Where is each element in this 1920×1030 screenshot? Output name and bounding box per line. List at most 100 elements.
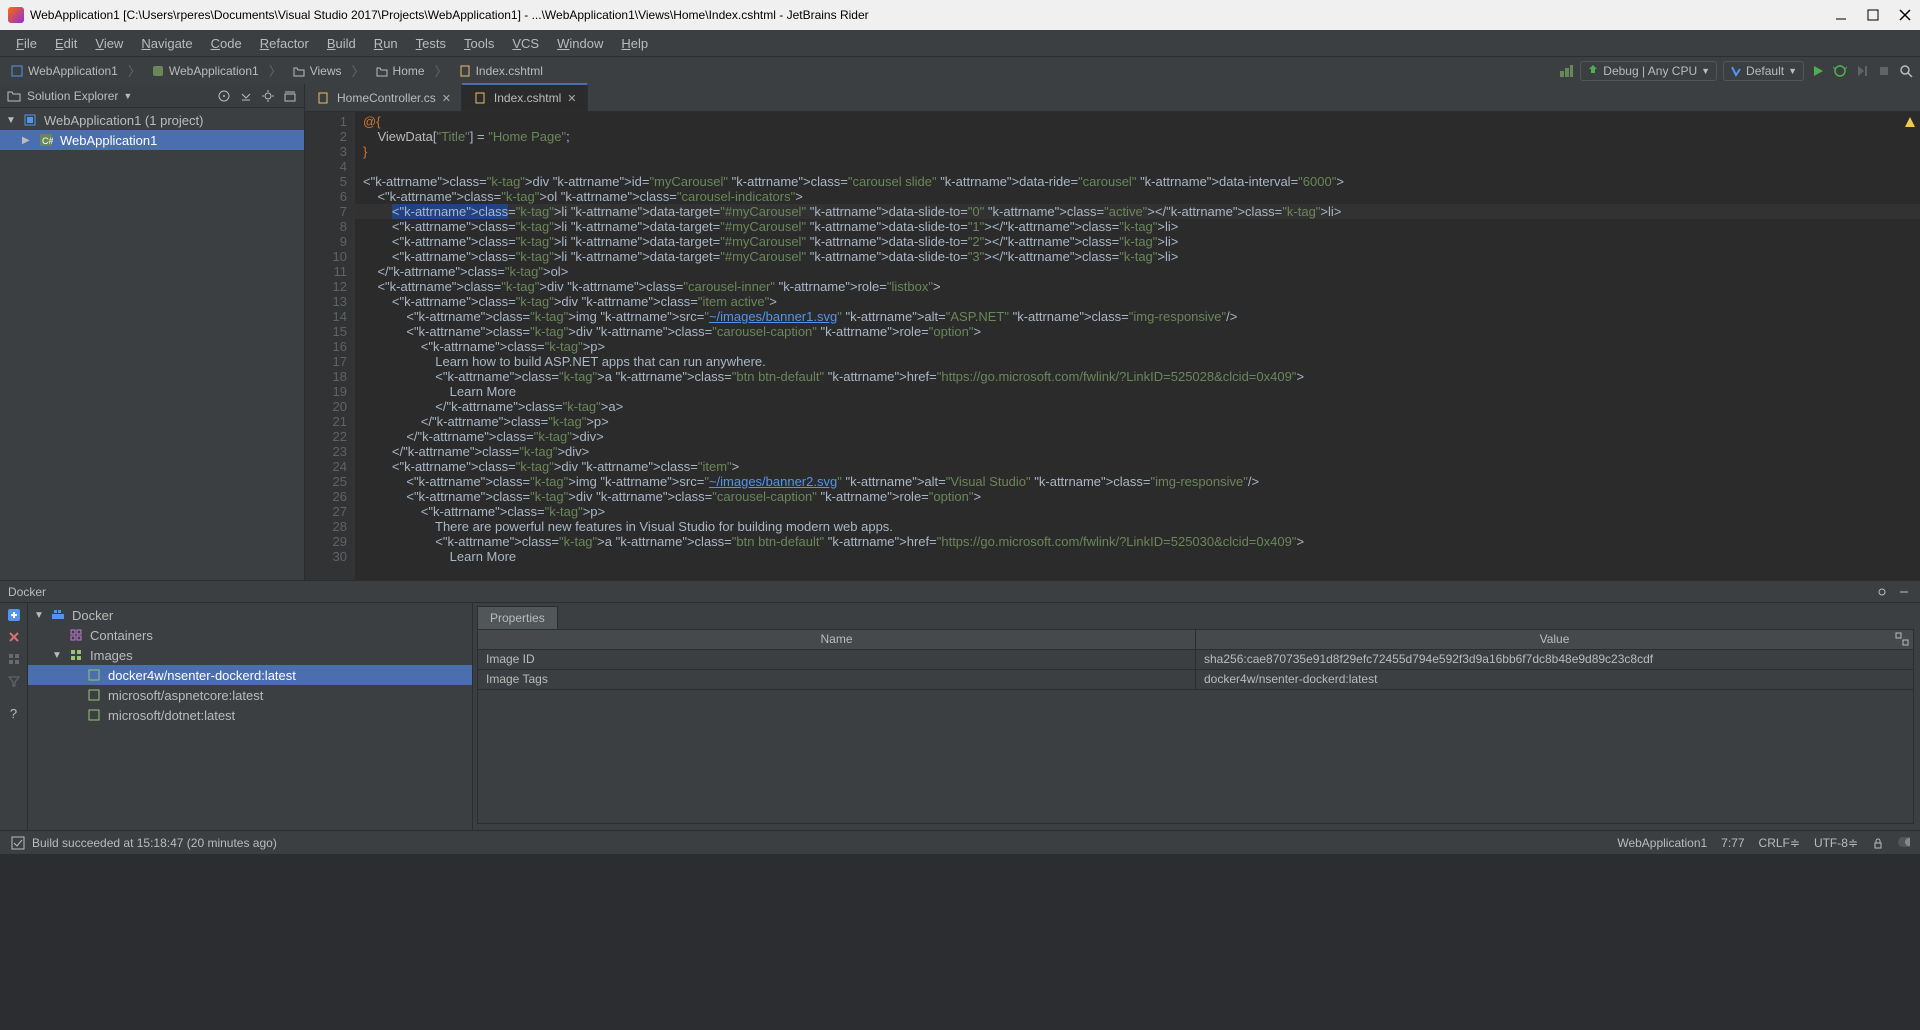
build-icon[interactable] — [1558, 63, 1574, 79]
menu-build[interactable]: Build — [319, 33, 364, 54]
window-titlebar: WebApplication1 [C:\Users\rperes\Documen… — [0, 0, 1920, 30]
run-mode-selector[interactable]: Debug | Any CPU ▼ — [1580, 61, 1717, 81]
properties-tab[interactable]: Properties — [477, 606, 558, 629]
maximize-button[interactable] — [1866, 8, 1880, 22]
image-icon — [86, 667, 102, 683]
image-icon — [86, 707, 102, 723]
stop-icon[interactable] — [1876, 63, 1892, 79]
docker-tool-window: Docker ? ▼ Docker Containers ▼ — [0, 580, 1920, 830]
collapse-icon[interactable] — [238, 88, 254, 104]
property-value: sha256:cae870735e91d8f29efc72455d794e592… — [1196, 650, 1913, 669]
statusbar: Build succeeded at 15:18:47 (20 minutes … — [0, 830, 1920, 854]
images-node[interactable]: ▼ Images — [28, 645, 472, 665]
menu-refactor[interactable]: Refactor — [252, 33, 317, 54]
status-project[interactable]: WebApplication1 — [1617, 836, 1707, 850]
menu-help[interactable]: Help — [613, 33, 656, 54]
breadcrumb-icon — [375, 64, 389, 78]
menu-run[interactable]: Run — [366, 33, 406, 54]
minimize-button[interactable] — [1834, 8, 1848, 22]
csharp-project-icon: C# — [38, 132, 54, 148]
target-icon[interactable] — [216, 88, 232, 104]
docker-image-item[interactable]: docker4w/nsenter-dockerd:latest — [28, 665, 472, 685]
menu-view[interactable]: View — [87, 33, 131, 54]
breadcrumb-item[interactable]: Home — [371, 62, 429, 80]
docker-root[interactable]: ▼ Docker — [28, 605, 472, 625]
breadcrumb-item[interactable]: WebApplication1 — [147, 62, 263, 80]
close-icon[interactable]: ✕ — [567, 92, 576, 105]
editor-tabs: HomeController.cs✕Index.cshtml✕ — [305, 84, 1920, 112]
remove-icon[interactable] — [6, 629, 22, 645]
hide-icon[interactable] — [282, 88, 298, 104]
breadcrumb-item[interactable]: Views — [288, 62, 346, 80]
project-node[interactable]: ▶ C# WebApplication1 — [0, 130, 304, 150]
step-icon[interactable] — [1854, 63, 1870, 79]
property-value: docker4w/nsenter-dockerd:latest — [1196, 670, 1913, 689]
expand-icon[interactable] — [1895, 632, 1911, 648]
breadcrumb-icon — [151, 64, 165, 78]
editor-tab[interactable]: HomeController.cs✕ — [305, 85, 462, 111]
property-row: Image IDsha256:cae870735e91d8f29efc72455… — [478, 650, 1913, 670]
property-name: Image Tags — [478, 670, 1196, 689]
file-icon — [315, 90, 331, 106]
property-name: Image ID — [478, 650, 1196, 669]
code-view[interactable]: 1 2 3 4 5 6 7 8 9 10 11 12 13 14 15 16 1… — [305, 112, 1920, 580]
refresh-icon[interactable] — [6, 651, 22, 667]
breadcrumb-item[interactable]: Index.cshtml — [454, 62, 547, 80]
gear-icon[interactable] — [260, 88, 276, 104]
menu-file[interactable]: File — [8, 33, 45, 54]
editor-tab[interactable]: Index.cshtml✕ — [462, 83, 588, 111]
search-icon[interactable] — [1898, 63, 1914, 79]
sidebar-title: Solution Explorer ▼ — [6, 88, 132, 104]
help-icon[interactable]: ? — [6, 705, 22, 721]
window-title: WebApplication1 [C:\Users\rperes\Documen… — [30, 8, 869, 22]
menu-navigate[interactable]: Navigate — [133, 33, 200, 54]
gear-icon[interactable] — [1874, 584, 1890, 600]
code-content[interactable]: @{ ViewData["Title"] = "Home Page";} <"k… — [355, 112, 1920, 580]
menu-vcs[interactable]: VCS — [504, 33, 547, 54]
breadcrumb-item[interactable]: WebApplication1 — [6, 62, 122, 80]
menu-edit[interactable]: Edit — [47, 33, 85, 54]
file-icon — [472, 90, 488, 106]
solution-root[interactable]: ▼ WebApplication1 (1 project) — [0, 110, 304, 130]
menu-code[interactable]: Code — [203, 33, 250, 54]
close-icon[interactable]: ✕ — [442, 92, 451, 105]
docker-properties: Properties Name Value Image IDsha256:cae… — [473, 603, 1920, 830]
line-gutter: 1 2 3 4 5 6 7 8 9 10 11 12 13 14 15 16 1… — [305, 112, 355, 580]
run-config-selector[interactable]: Default ▼ — [1723, 61, 1804, 81]
chevron-down-icon: ▼ — [6, 115, 16, 126]
build-message: Build succeeded at 15:18:47 (20 minutes … — [32, 836, 277, 850]
breadcrumb-icon — [10, 64, 24, 78]
menu-tests[interactable]: Tests — [408, 33, 454, 54]
hide-icon[interactable] — [1896, 584, 1912, 600]
editor: HomeController.cs✕Index.cshtml✕ 1 2 3 4 … — [305, 84, 1920, 580]
warning-icon — [1904, 116, 1916, 128]
solution-explorer: Solution Explorer ▼ ▼ WebApplication1 (1… — [0, 84, 305, 580]
app-icon — [8, 7, 24, 23]
menu-tools[interactable]: Tools — [456, 33, 502, 54]
folder-icon — [6, 88, 22, 104]
svg-text:C#: C# — [42, 136, 53, 146]
debug-icon[interactable] — [1832, 63, 1848, 79]
containers-node[interactable]: Containers — [28, 625, 472, 645]
add-icon[interactable] — [6, 607, 22, 623]
run-icon[interactable] — [1810, 63, 1826, 79]
docker-tree: ▼ Docker Containers ▼ Images docker4w/ns… — [28, 603, 473, 830]
close-button[interactable] — [1898, 8, 1912, 22]
encoding[interactable]: UTF-8≑ — [1814, 836, 1858, 850]
images-icon — [68, 647, 84, 663]
filter-icon[interactable] — [6, 673, 22, 689]
docker-image-item[interactable]: microsoft/dotnet:latest — [28, 705, 472, 725]
menu-window[interactable]: Window — [549, 33, 611, 54]
breadcrumb-icon — [458, 64, 472, 78]
lock-icon[interactable] — [1872, 837, 1884, 849]
column-name: Name — [478, 630, 1196, 649]
docker-toolbar: ? — [0, 603, 28, 830]
caret-position[interactable]: 7:77 — [1721, 836, 1744, 850]
build-status-icon — [10, 835, 26, 851]
memory-icon[interactable] — [1898, 837, 1910, 849]
column-value: Value — [1196, 630, 1913, 649]
property-row: Image Tagsdocker4w/nsenter-dockerd:lates… — [478, 670, 1913, 690]
line-ending[interactable]: CRLF≑ — [1759, 836, 1800, 850]
breadcrumb-icon — [292, 64, 306, 78]
docker-image-item[interactable]: microsoft/aspnetcore:latest — [28, 685, 472, 705]
